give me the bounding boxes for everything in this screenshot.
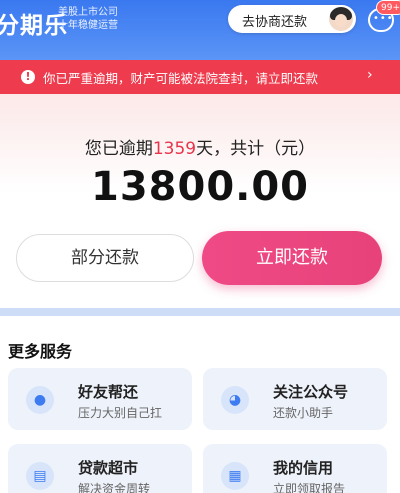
user-help-icon: ● (26, 386, 54, 414)
overdue-suffix: 天，共计（元） (196, 139, 316, 159)
warning-icon: ! (21, 70, 35, 84)
cart-icon: ▤ (26, 462, 54, 490)
app-header: 分期乐 美股上市公司 十年稳健运营 去协商还款 ••• 99+ (0, 0, 400, 60)
wechat-icon: ◕ (221, 386, 249, 414)
service-title: 贷款超市 (78, 459, 139, 477)
negotiate-repayment-button[interactable]: 去协商还款 (228, 5, 356, 33)
more-services-title: 更多服务 (8, 342, 73, 361)
overdue-summary: 您已逾期1359天，共计（元） (0, 134, 400, 159)
overdue-alert-text: 你已严重逾期，财产可能被法院查封，请立即还款 (43, 71, 319, 86)
service-title: 我的信用 (273, 459, 334, 477)
section-divider (0, 308, 400, 316)
chevron-right-icon: › (367, 67, 373, 83)
overdue-days: 1359 (152, 139, 197, 159)
partial-repayment-button[interactable]: 部分还款 (16, 234, 194, 282)
app-slogan: 美股上市公司 十年稳健运营 (58, 6, 118, 32)
service-title: 好友帮还 (78, 383, 139, 401)
pay-now-button[interactable]: 立即还款 (202, 231, 382, 285)
total-amount: 13800.00 (90, 164, 310, 210)
slogan-line-1: 美股上市公司 (58, 7, 118, 18)
service-tile-my-credit[interactable]: ▦ 我的信用 立即领取报告 (203, 444, 387, 493)
service-tile-wechat-follow[interactable]: ◕ 关注公众号 还款小助手 (203, 368, 387, 430)
service-subtitle: 解决资金周转 (78, 482, 151, 493)
message-count-badge: 99+ (376, 0, 400, 15)
overdue-alert-banner[interactable]: ! 你已严重逾期，财产可能被法院查封，请立即还款 › (0, 60, 400, 94)
credit-report-icon: ▦ (221, 462, 249, 490)
service-subtitle: 立即领取报告 (273, 482, 346, 493)
slogan-line-2: 十年稳健运营 (58, 20, 118, 31)
negotiate-repayment-label: 去协商还款 (242, 15, 308, 30)
service-tile-loan-market[interactable]: ▤ 贷款超市 解决资金周转 (8, 444, 192, 493)
service-title: 关注公众号 (273, 383, 349, 401)
more-services-section: 更多服务 ● 好友帮还 压力大别自己扛 ◕ 关注公众号 还款小助手 ▤ 贷款超市… (0, 316, 400, 493)
overdue-prefix: 您已逾期 (84, 139, 153, 159)
agent-avatar (329, 7, 353, 31)
service-subtitle: 还款小助手 (273, 406, 334, 420)
repayment-card: 您已逾期1359天，共计（元） 13800.00 部分还款 立即还款 (0, 94, 400, 314)
service-subtitle: 压力大别自己扛 (78, 406, 163, 420)
service-tile-friend-help[interactable]: ● 好友帮还 压力大别自己扛 (8, 368, 192, 430)
